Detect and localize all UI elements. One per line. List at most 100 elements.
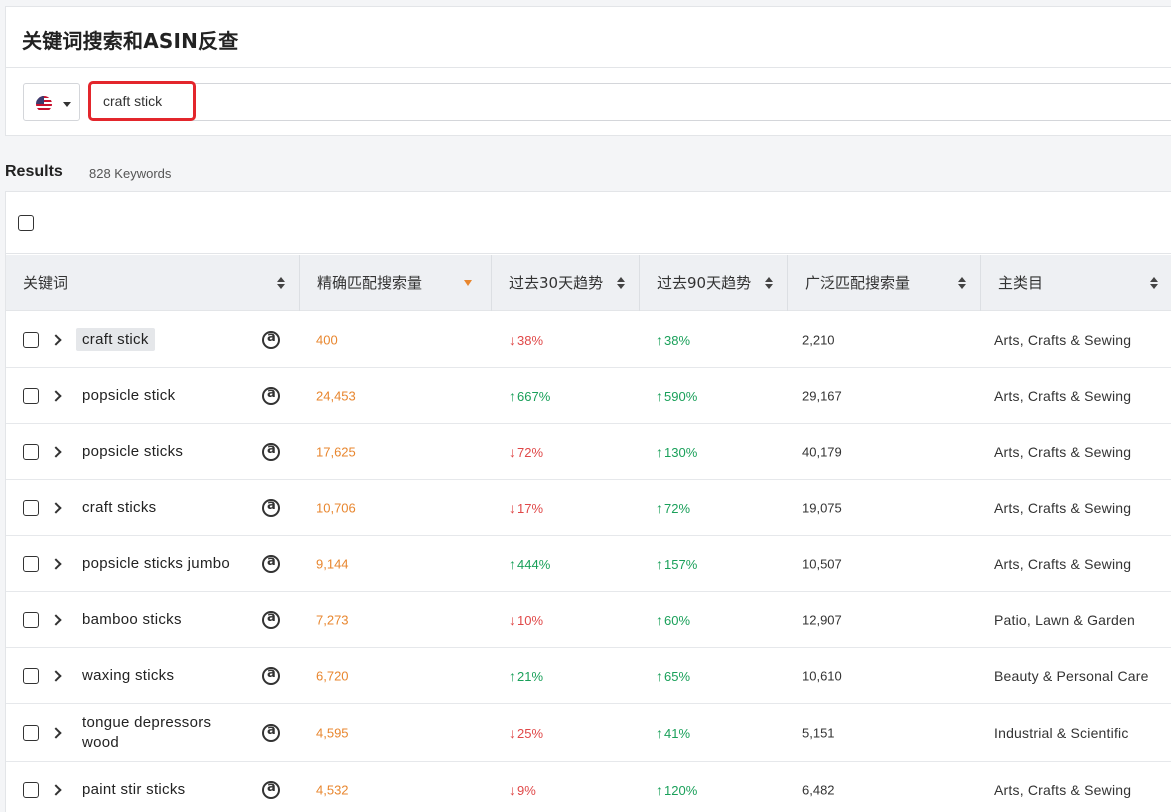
category-cell: Arts, Crafts & Sewing — [994, 443, 1132, 460]
amazon-icon[interactable] — [262, 442, 280, 461]
category-cell: Beauty & Personal Care — [994, 667, 1149, 684]
search-input[interactable] — [103, 93, 503, 109]
sort-icon[interactable] — [617, 277, 625, 290]
keyword-cell[interactable]: popsicle stick — [82, 386, 252, 406]
us-flag-icon — [36, 96, 52, 112]
arrow-up-icon: ↑ — [656, 499, 663, 516]
keyword-cell[interactable]: paint stir sticks — [82, 780, 252, 800]
broad-volume-cell: 10,610 — [802, 668, 842, 683]
amazon-icon[interactable] — [262, 610, 280, 629]
sort-icon[interactable] — [1150, 277, 1158, 290]
keyword-cell[interactable]: craft sticks — [82, 498, 252, 518]
country-select[interactable] — [23, 83, 80, 121]
column-header-category[interactable]: 主类目 — [981, 255, 1171, 311]
table-row[interactable]: bamboo sticks 7,273 ↓10% ↑60% 12,907 Patio, L… — [6, 592, 1171, 648]
chevron-right-icon[interactable] — [50, 669, 62, 682]
arrow-down-icon: ↓ — [509, 499, 516, 516]
results-count: 828 Keywords — [89, 166, 172, 181]
row-checkbox[interactable] — [23, 499, 39, 516]
trend-90d-cell: ↑120% — [656, 781, 698, 798]
arrow-up-icon: ↑ — [656, 781, 663, 798]
row-checkbox[interactable] — [23, 555, 39, 572]
broad-volume-cell: 12,907 — [802, 612, 842, 627]
trend-90d-cell: ↑72% — [656, 499, 691, 516]
chevron-right-icon[interactable] — [50, 783, 62, 796]
amazon-icon[interactable] — [262, 554, 280, 573]
broad-volume-cell: 2,210 — [802, 332, 835, 347]
arrow-up-icon: ↑ — [656, 724, 663, 741]
row-checkbox[interactable] — [23, 781, 39, 798]
exact-volume-cell: 17,625 — [316, 444, 356, 459]
amazon-icon[interactable] — [262, 330, 280, 349]
column-header-trend-30d[interactable]: 过去30天趋势 — [492, 255, 640, 311]
arrow-up-icon: ↑ — [509, 667, 516, 684]
trend-30d-cell: ↓25% — [509, 724, 544, 741]
amazon-icon[interactable] — [262, 386, 280, 405]
amazon-icon[interactable] — [262, 723, 280, 742]
category-cell: Arts, Crafts & Sewing — [994, 781, 1132, 798]
row-checkbox[interactable] — [23, 387, 39, 404]
row-checkbox[interactable] — [23, 443, 39, 460]
table-row[interactable]: paint stir sticks 4,532 ↓9% ↑120% 6,482 Arts,… — [6, 762, 1171, 812]
keyword-cell[interactable]: waxing sticks — [82, 666, 252, 686]
sort-icon[interactable] — [765, 277, 773, 290]
keyword-cell[interactable]: craft stick — [76, 327, 252, 351]
category-cell: Arts, Crafts & Sewing — [994, 387, 1132, 404]
chevron-right-icon[interactable] — [50, 501, 62, 514]
sort-icon[interactable] — [277, 277, 285, 290]
trend-30d-cell: ↓38% — [509, 331, 544, 348]
column-header-trend-90d[interactable]: 过去90天趋势 — [640, 255, 788, 311]
keyword-cell[interactable]: popsicle sticks — [82, 442, 252, 462]
row-checkbox[interactable] — [23, 611, 39, 628]
exact-volume-cell: 4,595 — [316, 725, 349, 740]
arrow-up-icon: ↑ — [509, 555, 516, 572]
select-all-checkbox[interactable] — [18, 215, 34, 231]
chevron-right-icon[interactable] — [50, 726, 62, 739]
column-header-broad-volume[interactable]: 广泛匹配搜索量 — [788, 255, 981, 311]
row-checkbox[interactable] — [23, 724, 39, 741]
chevron-right-icon[interactable] — [50, 389, 62, 402]
page-title: 关键词搜索和ASIN反查 — [22, 29, 239, 53]
trend-90d-cell: ↑60% — [656, 611, 691, 628]
broad-volume-cell: 5,151 — [802, 725, 835, 740]
column-header-exact-volume[interactable]: 精确匹配搜索量 — [300, 255, 492, 311]
results-header: Results 828 Keywords — [5, 163, 171, 181]
amazon-icon[interactable] — [262, 666, 280, 685]
broad-volume-cell: 10,507 — [802, 556, 842, 571]
sort-desc-icon[interactable] — [464, 280, 472, 286]
keyword-cell[interactable]: popsicle sticks jumbo — [82, 554, 252, 574]
amazon-icon[interactable] — [262, 780, 280, 799]
trend-90d-cell: ↑157% — [656, 555, 698, 572]
arrow-up-icon: ↑ — [509, 387, 516, 404]
results-table: 关键词 精确匹配搜索量 过去30天趋势 过去90天趋势 广泛匹配搜索量 主类目 … — [5, 191, 1171, 812]
exact-volume-cell: 4,532 — [316, 782, 349, 797]
table-row[interactable]: waxing sticks 6,720 ↑21% ↑65% 10,610 Beauty &… — [6, 648, 1171, 704]
table-row[interactable]: popsicle sticks jumbo 9,144 ↑444% ↑157% 10,5… — [6, 536, 1171, 592]
table-row[interactable]: popsicle stick 24,453 ↑667% ↑590% 29,167 Arts… — [6, 368, 1171, 424]
chevron-right-icon[interactable] — [50, 613, 62, 626]
arrow-up-icon: ↑ — [656, 667, 663, 684]
chevron-right-icon[interactable] — [50, 445, 62, 458]
sort-icon[interactable] — [958, 277, 966, 290]
keyword-cell[interactable]: bamboo sticks — [82, 610, 252, 630]
page-header: 关键词搜索和ASIN反查 — [5, 6, 1171, 68]
table-row[interactable]: popsicle sticks 17,625 ↓72% ↑130% 40,179 Arts… — [6, 424, 1171, 480]
chevron-right-icon[interactable] — [50, 557, 62, 570]
amazon-icon[interactable] — [262, 498, 280, 517]
chevron-right-icon[interactable] — [50, 333, 62, 346]
table-row[interactable]: craft sticks 10,706 ↓17% ↑72% 19,075 Arts, Cr… — [6, 480, 1171, 536]
table-row[interactable]: craft stick 400 ↓38% ↑38% 2,210 Arts, Crafts … — [6, 312, 1171, 368]
search-bar — [5, 67, 1171, 136]
column-header-keyword[interactable]: 关键词 — [6, 255, 300, 311]
arrow-down-icon: ↓ — [509, 331, 516, 348]
arrow-up-icon: ↑ — [656, 331, 663, 348]
exact-volume-cell: 24,453 — [316, 388, 356, 403]
keyword-cell[interactable]: tongue depressors wood — [82, 713, 252, 753]
trend-30d-cell: ↑444% — [509, 555, 551, 572]
select-all-row — [6, 192, 1171, 254]
table-row[interactable]: tongue depressors wood 4,595 ↓25% ↑41% 5,151… — [6, 704, 1171, 762]
exact-volume-cell: 10,706 — [316, 500, 356, 515]
category-cell: Arts, Crafts & Sewing — [994, 331, 1132, 348]
row-checkbox[interactable] — [23, 331, 39, 348]
row-checkbox[interactable] — [23, 667, 39, 684]
